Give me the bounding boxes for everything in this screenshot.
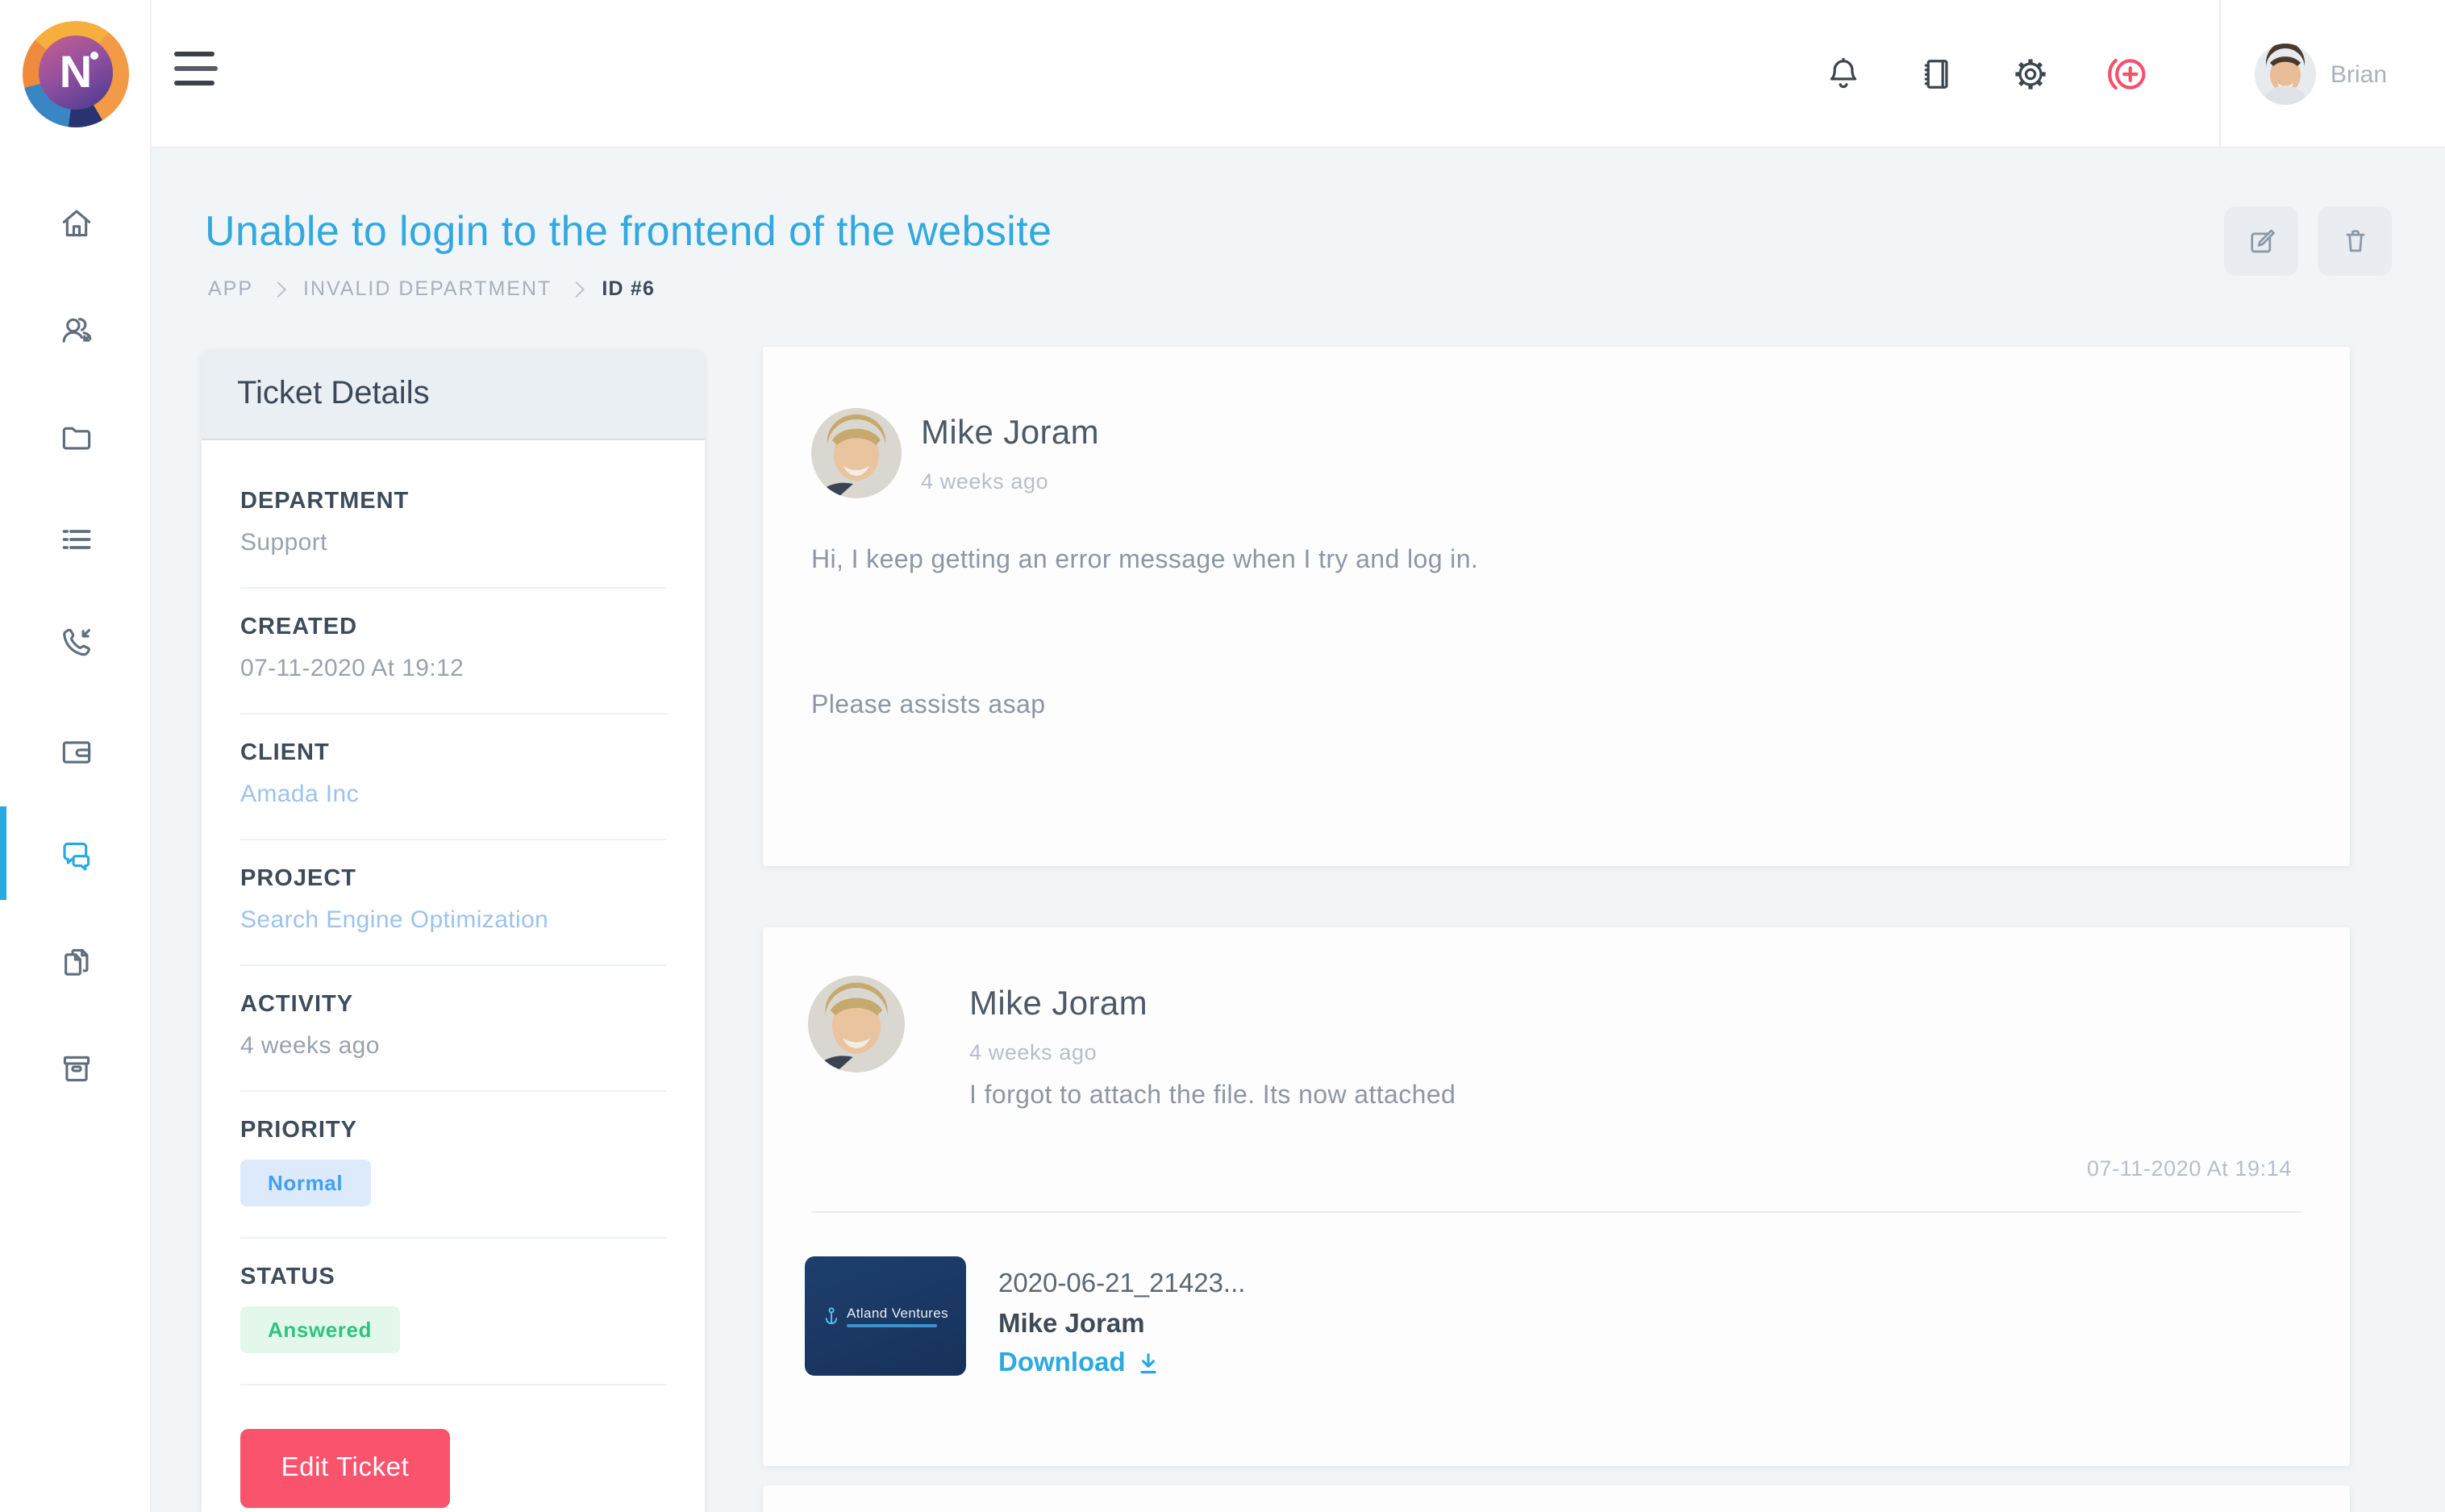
field-client: CLIENT Amada Inc (240, 714, 666, 840)
message-author: Mike Joram (921, 414, 1099, 453)
ticket-details-body: DEPARTMENT Support CREATED 07-11-2020 At… (202, 440, 705, 1512)
sidebar (0, 148, 152, 1512)
project-link[interactable]: Search Engine Optimization (240, 906, 666, 934)
sidebar-item-tickets[interactable] (0, 816, 152, 893)
ticket-actions (2224, 206, 2392, 276)
wallet-icon (56, 731, 96, 772)
edit-pencil-icon (2244, 224, 2278, 258)
logo-icon: N (23, 21, 129, 127)
phone-incoming-icon (56, 622, 96, 662)
priority-badge: Normal (240, 1160, 370, 1206)
download-label: Download (998, 1348, 1126, 1379)
field-label: STATUS (240, 1264, 666, 1290)
breadcrumb-item-app[interactable]: APP (208, 277, 253, 300)
field-value: 4 weeks ago (240, 1032, 666, 1060)
sidebar-item-documents[interactable] (0, 923, 152, 1000)
attachment-download-link[interactable]: Download (998, 1348, 1160, 1379)
list-icon (56, 519, 96, 559)
message-time: 4 weeks ago (921, 469, 1048, 494)
folder-icon (56, 417, 96, 457)
main-content: Unable to login to the frontend of the w… (152, 148, 2445, 1512)
chevron-right-icon (569, 281, 585, 297)
logo-letter: N (60, 50, 92, 95)
field-department: DEPARTMENT Support (240, 463, 666, 589)
attachment-thumbnail[interactable]: Atland Ventures (805, 1256, 966, 1376)
field-status: STATUS Answered (240, 1239, 666, 1385)
field-project: PROJECT Search Engine Optimization (240, 840, 666, 966)
chevron-right-icon (270, 281, 286, 297)
record-add-icon[interactable] (2103, 50, 2151, 98)
sidebar-item-archive[interactable] (0, 1029, 152, 1106)
attachment-author: Mike Joram (998, 1310, 1145, 1340)
field-label: CREATED (240, 614, 666, 640)
message-body: I forgot to attach the file. Its now att… (969, 1082, 1456, 1111)
attachment-filename: 2020-06-21_21423... (998, 1269, 1245, 1300)
user-menu[interactable]: Brian (2255, 0, 2387, 148)
message-avatar (811, 408, 902, 498)
field-priority: PRIORITY Normal (240, 1092, 666, 1239)
copy-pages-icon (56, 941, 96, 981)
field-label: PROJECT (240, 866, 666, 892)
message-divider (811, 1211, 2301, 1213)
thumbnail-brand-text: Atland Ventures (847, 1305, 948, 1321)
field-activity: ACTIVITY 4 weeks ago (240, 966, 666, 1092)
message-card-partial (763, 1485, 2350, 1512)
delete-ticket-icon-button[interactable] (2318, 206, 2392, 276)
app-window: N (0, 0, 2445, 1512)
gear-icon[interactable] (2010, 53, 2051, 95)
menu-toggle-icon[interactable] (174, 52, 218, 89)
chat-bubbles-icon (56, 835, 96, 875)
message-author: Mike Joram (969, 985, 1148, 1024)
sidebar-item-files[interactable] (0, 398, 152, 476)
notebook-icon[interactable] (1916, 53, 1958, 95)
field-created: CREATED 07-11-2020 At 19:12 (240, 589, 666, 714)
message-time: 4 weeks ago (969, 1040, 1097, 1064)
message-paragraph: Please assists asap (811, 692, 1045, 721)
breadcrumb: APP INVALID DEPARTMENT ID #6 (208, 277, 655, 300)
field-value: Support (240, 529, 666, 556)
sidebar-item-home[interactable] (0, 184, 152, 261)
topbar: N (0, 0, 2445, 148)
archive-box-icon (56, 1048, 96, 1088)
sidebar-item-contacts[interactable] (0, 290, 152, 368)
bell-icon[interactable] (1822, 53, 1864, 95)
edit-ticket-icon-button[interactable] (2224, 206, 2298, 276)
field-label: PRIORITY (240, 1118, 666, 1143)
message-card: Mike Joram 4 weeks ago I forgot to attac… (763, 927, 2350, 1466)
sidebar-item-calls[interactable] (0, 603, 152, 681)
message-paragraph: Hi, I keep getting an error message when… (811, 547, 1478, 576)
message-timestamp: 07-11-2020 At 19:14 (2087, 1156, 2292, 1181)
sidebar-item-tasks[interactable] (0, 500, 152, 577)
field-label: CLIENT (240, 740, 666, 766)
trash-icon (2338, 224, 2372, 258)
download-arrow-icon (1137, 1352, 1160, 1376)
user-name: Brian (2330, 60, 2387, 88)
atland-logo-icon (823, 1306, 840, 1327)
page-title: Unable to login to the frontend of the w… (205, 206, 1052, 256)
message-avatar (808, 976, 905, 1073)
topbar-actions (1822, 0, 2151, 148)
message-card: Mike Joram 4 weeks ago Hi, I keep gettin… (763, 347, 2350, 866)
status-badge: Answered (240, 1306, 399, 1353)
breadcrumb-item-ticket-id: ID #6 (602, 277, 655, 300)
breadcrumb-item-department[interactable]: INVALID DEPARTMENT (303, 277, 552, 300)
ticket-details-header: Ticket Details (202, 350, 705, 440)
home-icon (56, 202, 96, 243)
field-value: 07-11-2020 At 19:12 (240, 655, 666, 682)
ticket-details-panel: Ticket Details DEPARTMENT Support CREATE… (202, 350, 705, 1512)
edit-ticket-button[interactable]: Edit Ticket (240, 1429, 450, 1508)
user-avatar (2255, 44, 2316, 105)
field-label: ACTIVITY (240, 992, 666, 1018)
active-item-indicator (0, 806, 6, 900)
topbar-divider (2219, 0, 2221, 148)
users-icon (56, 309, 96, 349)
thumbnail-subtext-line (847, 1324, 937, 1328)
app-logo[interactable]: N (0, 0, 152, 148)
client-link[interactable]: Amada Inc (240, 781, 666, 808)
panel-title: Ticket Details (237, 376, 430, 413)
field-label: DEPARTMENT (240, 489, 666, 514)
sidebar-item-payments[interactable] (0, 713, 152, 790)
